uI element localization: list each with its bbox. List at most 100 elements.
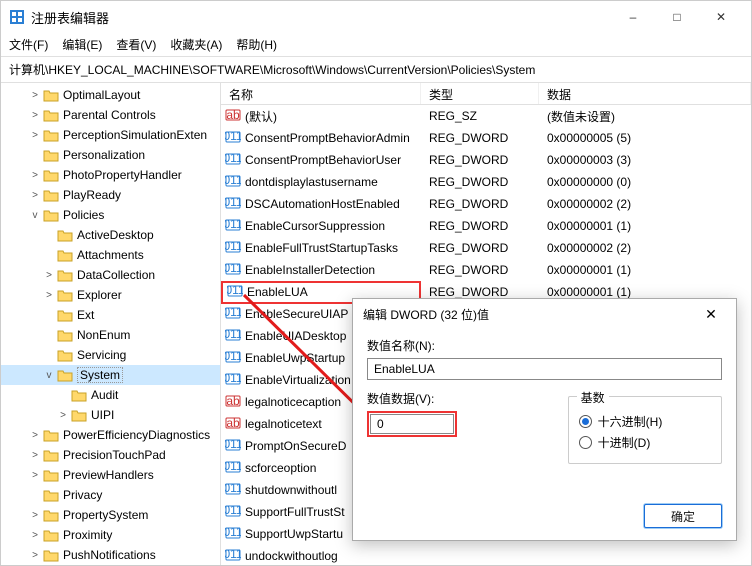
maximize-button[interactable]: □ — [655, 2, 699, 32]
tree-node[interactable]: Ext — [1, 305, 220, 325]
tree-twisty-icon[interactable]: > — [29, 470, 41, 481]
tree-node[interactable]: >PerceptionSimulationExten — [1, 125, 220, 145]
dialog-close-button[interactable]: ✕ — [696, 306, 726, 323]
radio-hex-label: 十六进制(H) — [598, 413, 663, 430]
tree-twisty-icon[interactable]: v — [43, 370, 55, 381]
svg-text:011: 011 — [225, 437, 241, 451]
tree-node[interactable]: >Explorer — [1, 285, 220, 305]
tree-twisty-icon[interactable] — [43, 330, 55, 341]
tree-node[interactable]: vPolicies — [1, 205, 220, 225]
tree-twisty-icon[interactable]: > — [29, 190, 41, 201]
tree-node[interactable]: Servicing — [1, 345, 220, 365]
tree-label: Proximity — [63, 528, 112, 542]
tree-twisty-icon[interactable] — [29, 490, 41, 501]
tree-node[interactable]: >PropertySystem — [1, 505, 220, 525]
list-row[interactable]: 011DSCAutomationHostEnabledREG_DWORD0x00… — [221, 193, 751, 215]
value-name: SupportFullTrustSt — [245, 505, 345, 519]
tree-twisty-icon[interactable] — [43, 230, 55, 241]
radio-dec-label: 十进制(D) — [598, 434, 651, 451]
menu-view[interactable]: 查看(V) — [116, 36, 156, 53]
svg-text:011: 011 — [225, 525, 241, 539]
menu-help[interactable]: 帮助(H) — [236, 36, 277, 53]
tree-twisty-icon[interactable]: > — [29, 530, 41, 541]
dword-value-icon: 011 — [225, 173, 245, 192]
tree-node[interactable]: >PreviewHandlers — [1, 465, 220, 485]
svg-text:011: 011 — [225, 195, 241, 209]
tree-twisty-icon[interactable]: v — [29, 210, 41, 221]
address-bar[interactable]: 计算机\HKEY_LOCAL_MACHINE\SOFTWARE\Microsof… — [1, 57, 751, 83]
tree-node[interactable]: >DataCollection — [1, 265, 220, 285]
ok-button[interactable]: 确定 — [644, 504, 722, 528]
tree-twisty-icon[interactable]: > — [29, 110, 41, 121]
titlebar: 注册表编辑器 – □ ✕ — [1, 1, 751, 33]
tree-node[interactable]: > PlayReady — [1, 185, 220, 205]
svg-text:011: 011 — [225, 481, 241, 495]
col-header-name[interactable]: 名称 — [221, 83, 421, 104]
radio-dec-icon — [579, 436, 592, 449]
tree-node[interactable]: Privacy — [1, 485, 220, 505]
col-header-data[interactable]: 数据 — [539, 83, 751, 104]
tree-twisty-icon[interactable]: > — [29, 130, 41, 141]
tree-node[interactable]: > Proximity — [1, 525, 220, 545]
tree-node[interactable]: >PhotoPropertyHandler — [1, 165, 220, 185]
tree-node[interactable]: ActiveDesktop — [1, 225, 220, 245]
list-row[interactable]: 011EnableInstallerDetectionREG_DWORD0x00… — [221, 259, 751, 281]
tree-node[interactable]: >Parental Controls — [1, 105, 220, 125]
value-name-label: 数值名称(N): — [367, 337, 722, 354]
list-row[interactable]: 011EnableCursorSuppressionREG_DWORD0x000… — [221, 215, 751, 237]
tree-node[interactable]: >PowerEfficiencyDiagnostics — [1, 425, 220, 445]
tree-twisty-icon[interactable] — [29, 150, 41, 161]
tree-twisty-icon[interactable]: > — [43, 290, 55, 301]
close-button[interactable]: ✕ — [699, 2, 743, 32]
tree-twisty-icon[interactable] — [43, 310, 55, 321]
svg-text:011: 011 — [225, 261, 241, 275]
list-row[interactable]: 011undockwithoutlog — [221, 545, 751, 565]
tree-twisty-icon[interactable]: > — [29, 510, 41, 521]
list-row[interactable]: 011ConsentPromptBehaviorUserREG_DWORD0x0… — [221, 149, 751, 171]
svg-text:011: 011 — [225, 239, 241, 253]
col-header-type[interactable]: 类型 — [421, 83, 539, 104]
dword-value-icon: 011 — [225, 239, 245, 258]
dword-value-icon: 011 — [225, 349, 245, 368]
dword-value-icon: 011 — [225, 261, 245, 280]
radio-hex-icon — [579, 415, 592, 428]
value-data: 0x00000001 (1) — [539, 263, 751, 277]
tree-twisty-icon[interactable]: > — [29, 430, 41, 441]
tree-twisty-icon[interactable]: > — [29, 170, 41, 181]
tree-twisty-icon[interactable]: > — [29, 550, 41, 561]
list-row[interactable]: ab(默认)REG_SZ(数值未设置) — [221, 105, 751, 127]
string-value-icon: ab — [225, 107, 245, 126]
tree-twisty-icon[interactable] — [43, 250, 55, 261]
tree-twisty-icon[interactable]: > — [29, 90, 41, 101]
tree-twisty-icon[interactable] — [43, 350, 55, 361]
tree-node[interactable]: >PrecisionTouchPad — [1, 445, 220, 465]
tree-twisty-icon[interactable]: > — [29, 450, 41, 461]
value-data-input[interactable] — [370, 414, 454, 434]
minimize-button[interactable]: – — [611, 2, 655, 32]
tree-label: PlayReady — [63, 188, 121, 202]
tree-node[interactable]: >PushNotifications — [1, 545, 220, 565]
list-row[interactable]: 011ConsentPromptBehaviorAdminREG_DWORD0x… — [221, 127, 751, 149]
list-row[interactable]: 011EnableFullTrustStartupTasksREG_DWORD0… — [221, 237, 751, 259]
value-type: REG_DWORD — [421, 285, 539, 299]
menu-edit[interactable]: 编辑(E) — [62, 36, 102, 53]
svg-text:011: 011 — [225, 371, 241, 385]
menu-file[interactable]: 文件(F) — [9, 36, 48, 53]
tree-node[interactable]: Attachments — [1, 245, 220, 265]
tree-node[interactable]: Personalization — [1, 145, 220, 165]
radio-dec[interactable]: 十进制(D) — [579, 434, 711, 451]
tree-pane[interactable]: >OptimalLayout>Parental Controls>Percept… — [1, 83, 221, 565]
menu-fav[interactable]: 收藏夹(A) — [170, 36, 222, 53]
value-name-input[interactable] — [367, 358, 722, 380]
tree-node[interactable]: NonEnum — [1, 325, 220, 345]
radio-hex[interactable]: 十六进制(H) — [579, 413, 711, 430]
tree-node[interactable]: Audit — [1, 385, 220, 405]
tree-node[interactable]: vSystem — [1, 365, 220, 385]
tree-node[interactable]: >UIPI — [1, 405, 220, 425]
tree-twisty-icon[interactable]: > — [57, 410, 69, 421]
value-name: (默认) — [245, 108, 277, 125]
tree-twisty-icon[interactable] — [57, 390, 69, 401]
tree-node[interactable]: >OptimalLayout — [1, 85, 220, 105]
list-row[interactable]: 011dontdisplaylastusernameREG_DWORD0x000… — [221, 171, 751, 193]
tree-twisty-icon[interactable]: > — [43, 270, 55, 281]
